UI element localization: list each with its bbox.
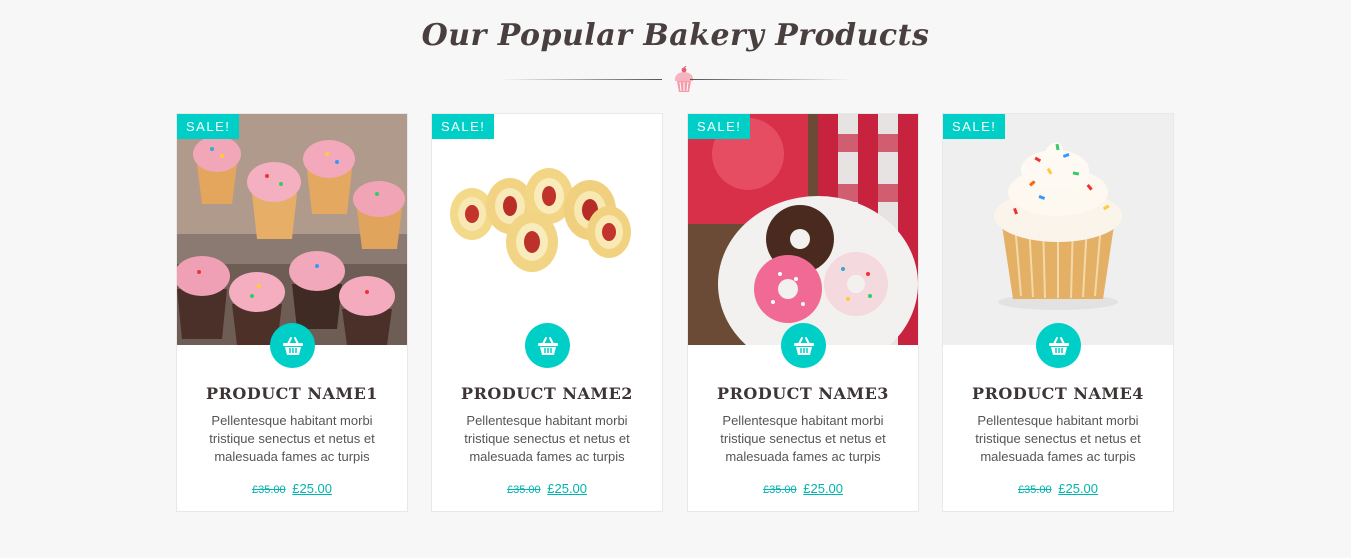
product-card[interactable]: SALE! PRODUCT NAME4 Pellentesque habitan… bbox=[942, 113, 1174, 512]
basket-icon bbox=[1048, 336, 1069, 355]
sale-price: £25.00 bbox=[1058, 481, 1099, 496]
product-name[interactable]: PRODUCT NAME2 bbox=[432, 384, 662, 403]
product-name[interactable]: PRODUCT NAME4 bbox=[943, 384, 1173, 403]
product-description: Pellentesque habitant morbi tristique se… bbox=[464, 413, 630, 464]
product-name[interactable]: PRODUCT NAME3 bbox=[688, 384, 918, 403]
sale-badge: SALE! bbox=[688, 114, 751, 139]
cupcake-icon bbox=[674, 66, 694, 92]
donuts-image[interactable] bbox=[688, 114, 918, 345]
product-card[interactable]: SALE! PRODUCT NAME2 Pellentesque habitan… bbox=[431, 113, 663, 512]
pink-cupcakes-image[interactable] bbox=[177, 114, 407, 345]
old-price: £35.00 bbox=[1017, 484, 1052, 496]
product-price: £35.00 £25.00 bbox=[943, 481, 1173, 496]
add-to-cart-button[interactable] bbox=[525, 323, 570, 368]
product-name[interactable]: PRODUCT NAME1 bbox=[177, 384, 407, 403]
add-to-cart-button[interactable] bbox=[781, 323, 826, 368]
add-to-cart-button[interactable] bbox=[1036, 323, 1081, 368]
old-price: £35.00 bbox=[762, 484, 797, 496]
product-price: £35.00 £25.00 bbox=[688, 481, 918, 496]
product-description: Pellentesque habitant morbi tristique se… bbox=[209, 413, 375, 464]
product-price: £35.00 £25.00 bbox=[177, 481, 407, 496]
add-to-cart-button[interactable] bbox=[270, 323, 315, 368]
sale-badge: SALE! bbox=[177, 114, 240, 139]
basket-icon bbox=[537, 336, 558, 355]
product-card[interactable]: SALE! PRODUCT NAME1 Pellentesque habitan… bbox=[176, 113, 408, 512]
sale-badge: SALE! bbox=[943, 114, 1006, 139]
divider-line-right bbox=[690, 79, 852, 80]
divider-line-left bbox=[500, 79, 662, 80]
basket-icon bbox=[793, 336, 814, 355]
old-price: £35.00 bbox=[506, 484, 541, 496]
product-price: £35.00 £25.00 bbox=[432, 481, 662, 496]
sale-price: £25.00 bbox=[292, 481, 333, 496]
old-price: £35.00 bbox=[251, 484, 286, 496]
product-description: Pellentesque habitant morbi tristique se… bbox=[975, 413, 1141, 464]
sale-price: £25.00 bbox=[547, 481, 588, 496]
vanilla-cupcake-image[interactable] bbox=[943, 114, 1173, 345]
title-divider bbox=[500, 66, 852, 94]
product-card[interactable]: SALE! PRODUCT NAME3 Pellentesque habitan… bbox=[687, 113, 919, 512]
basket-icon bbox=[282, 336, 303, 355]
section-title: Our Popular Bakery Products bbox=[421, 18, 930, 53]
popular-products-section: Our Popular Bakery Products SALE! PRODUC… bbox=[0, 0, 1351, 558]
swiss-roll-image[interactable] bbox=[432, 114, 662, 345]
sale-price: £25.00 bbox=[803, 481, 844, 496]
product-description: Pellentesque habitant morbi tristique se… bbox=[720, 413, 886, 464]
sale-badge: SALE! bbox=[432, 114, 495, 139]
